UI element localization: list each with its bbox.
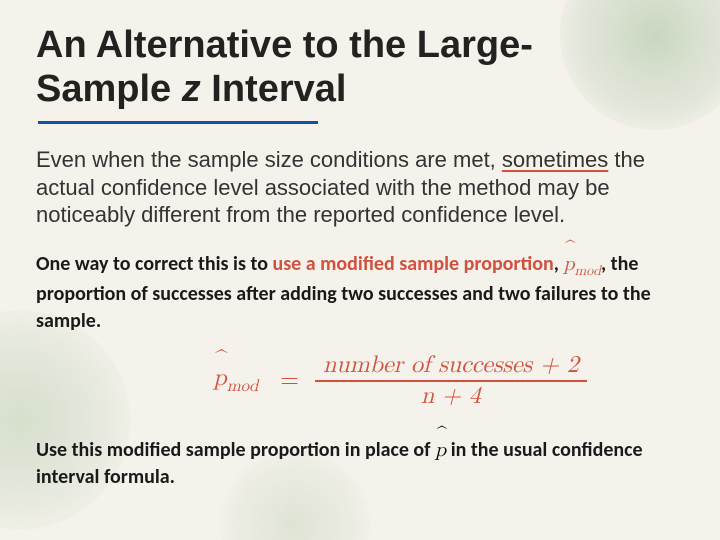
body-paragraph-2: One way to correct this is to use a modi… <box>36 251 684 335</box>
slide: An Alternative to the Large- Sample z In… <box>0 0 720 540</box>
phat-symbol: ^p <box>435 437 446 464</box>
decorative-circle <box>0 310 130 530</box>
formula-numerator: number of successes + 2 <box>315 351 587 382</box>
p1-pre: Even when the sample size conditions are… <box>36 147 502 172</box>
formula-fraction: number of successes + 2 n + 4 <box>315 351 587 411</box>
p1-emphasis: sometimes <box>502 147 608 172</box>
p2-c: , <box>554 252 564 276</box>
slide-title: An Alternative to the Large- Sample z In… <box>36 24 684 111</box>
p4-a: Use this modified sample proportion in p… <box>36 438 435 462</box>
p2-b: use a modified sample proportion <box>272 252 553 276</box>
title-underline <box>38 121 318 124</box>
body-paragraph-1: Even when the sample size conditions are… <box>36 146 684 229</box>
phat-mod-symbol: ^pmod <box>563 251 601 281</box>
title-line-1: An Alternative to the Large- <box>36 24 533 66</box>
formula: ^pmod = number of successes + 2 n + 4 <box>116 351 684 411</box>
formula-lhs: ^pmod <box>213 364 258 397</box>
phat-mod-symbol: ^pmod <box>213 364 258 397</box>
body-paragraph-3: Use this modified sample proportion in p… <box>36 437 684 491</box>
title-line-2a: Sample <box>36 68 182 110</box>
title-line-2b: Interval <box>201 68 347 110</box>
equals-sign: = <box>280 366 299 395</box>
p2-a: One way to correct this is to <box>36 252 272 276</box>
title-z: z <box>182 68 201 110</box>
formula-denominator: n + 4 <box>315 382 587 411</box>
